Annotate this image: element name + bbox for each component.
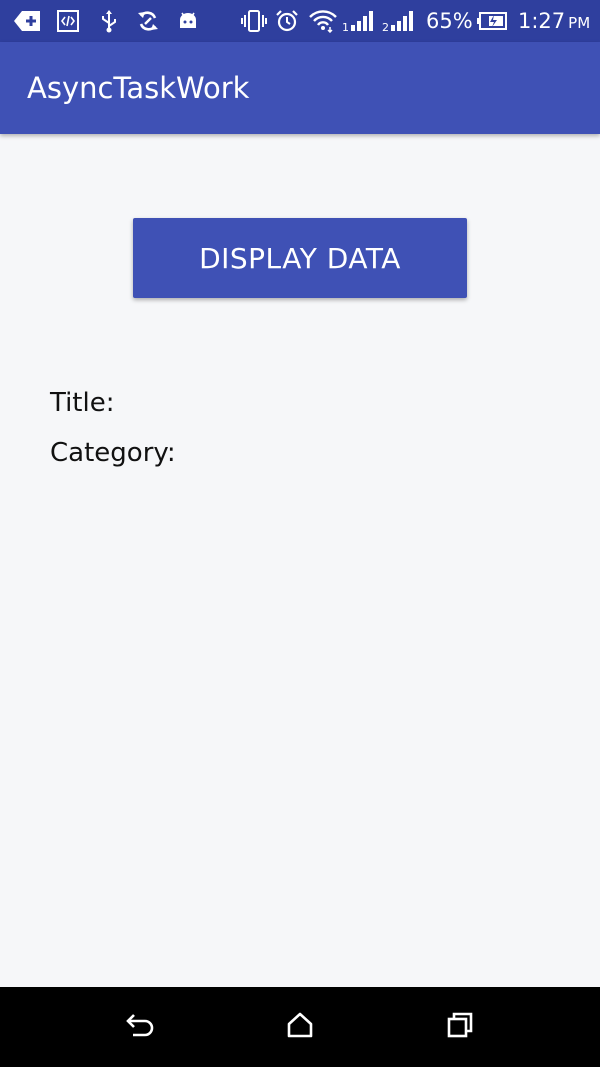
back-icon: [125, 1012, 155, 1042]
clock-ampm: PM: [568, 14, 591, 32]
category-label: Category:: [50, 438, 176, 468]
signal-2-icon: 2: [382, 9, 418, 33]
clock: 1:27 PM: [518, 7, 590, 37]
back-button[interactable]: [90, 987, 190, 1067]
android-icon: [178, 9, 198, 33]
add-icon: [14, 9, 42, 33]
vibrate-icon: [241, 9, 267, 33]
home-button[interactable]: [250, 987, 350, 1067]
recents-icon: [446, 1011, 474, 1043]
svg-text:1: 1: [342, 21, 349, 32]
status-bar: 1 2 65% 1:27 PM: [0, 0, 600, 42]
recents-button[interactable]: [410, 987, 510, 1067]
app-screen: 1 2 65% 1:27 PM AsyncTaskWork DISPLAY DA…: [0, 0, 600, 1067]
battery-icon: [477, 9, 507, 33]
signal-1-icon: 1: [342, 9, 376, 33]
battery-percent: 65%: [426, 9, 473, 33]
clock-time: 1:27: [518, 9, 566, 33]
wifi-icon: [308, 9, 338, 33]
app-title: AsyncTaskWork: [27, 71, 250, 105]
display-data-button[interactable]: DISPLAY DATA: [133, 218, 467, 298]
sync-icon: [136, 9, 160, 33]
usb-icon: [100, 9, 118, 33]
code-icon: [57, 9, 79, 33]
navigation-bar: [0, 987, 600, 1067]
app-toolbar: AsyncTaskWork: [0, 42, 600, 134]
svg-text:2: 2: [382, 21, 389, 32]
home-icon: [286, 1011, 314, 1043]
alarm-icon: [275, 9, 299, 33]
title-label: Title:: [50, 388, 115, 418]
